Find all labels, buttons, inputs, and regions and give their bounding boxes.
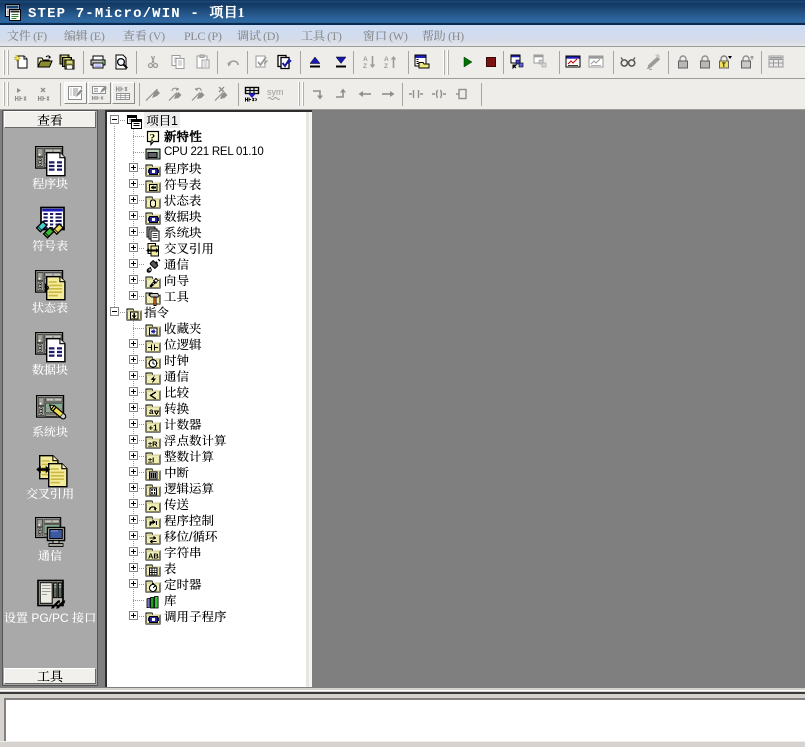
- svg-text:Z: Z: [384, 63, 388, 70]
- svg-text:Z: Z: [363, 63, 367, 70]
- svg-text:A: A: [384, 56, 389, 63]
- svg-text:a: a: [149, 407, 154, 416]
- svg-text:A: A: [363, 56, 368, 63]
- svg-text:sym: sym: [267, 87, 283, 97]
- svg-text:T: T: [722, 63, 726, 69]
- svg-text:?: ?: [150, 132, 156, 144]
